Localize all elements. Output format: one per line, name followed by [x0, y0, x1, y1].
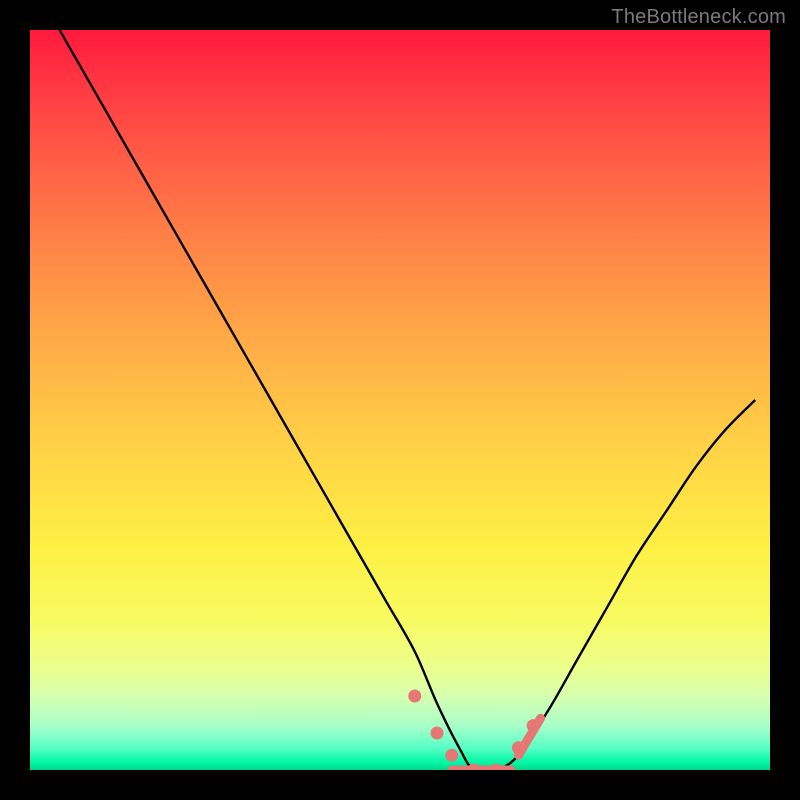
valley-dot — [445, 749, 458, 762]
valley-markers — [408, 690, 540, 771]
valley-dot — [408, 690, 421, 703]
watermark-text: TheBottleneck.com — [611, 6, 786, 29]
valley-dot — [512, 741, 525, 754]
chart-frame: TheBottleneck.com — [0, 0, 800, 800]
valley-dot — [527, 719, 540, 732]
plot-area — [30, 30, 770, 770]
valley-dot — [490, 764, 503, 771]
valley-dot — [431, 727, 444, 740]
bottleneck-curve-line — [60, 30, 756, 770]
bottleneck-curve-svg — [30, 30, 770, 770]
